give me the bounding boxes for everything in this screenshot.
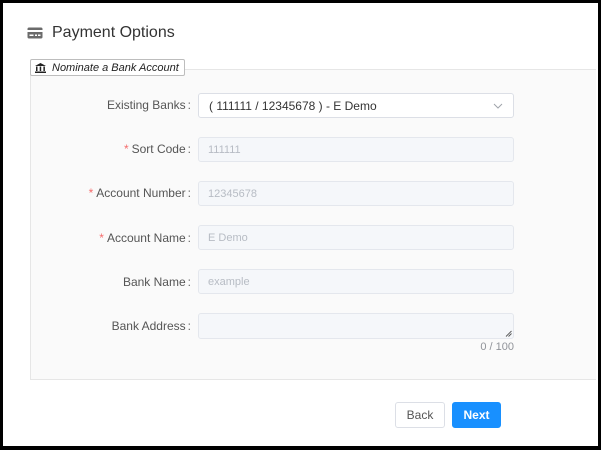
section-legend-label: Nominate a Bank Account — [52, 61, 179, 74]
sort-code-label: * Sort Code: — [124, 142, 191, 156]
account-name-label: * Account Name: — [99, 231, 191, 245]
colon: : — [187, 319, 191, 333]
section-legend: Nominate a Bank Account — [30, 59, 185, 76]
colon: : — [187, 275, 191, 289]
colon: : — [187, 186, 191, 200]
page-header: Payment Options — [27, 24, 175, 42]
next-button[interactable]: Next — [452, 402, 501, 428]
bank-name-label: Bank Name: — [123, 275, 191, 289]
sort-code-label-text: Sort Code — [131, 142, 186, 156]
account-number-input[interactable] — [198, 181, 514, 206]
account-name-input[interactable] — [198, 225, 514, 250]
sort-code-input[interactable] — [198, 137, 514, 162]
existing-banks-label: Existing Banks: — [107, 98, 191, 112]
account-name-label-text: Account Name — [106, 231, 186, 245]
chevron-down-icon — [493, 103, 503, 109]
existing-banks-value: ( 111111 / 12345678 ) - E Demo — [209, 98, 377, 113]
required-marker: * — [99, 231, 104, 245]
colon: : — [187, 142, 191, 156]
existing-banks-label-text: Existing Banks — [106, 98, 186, 112]
resize-handle-icon[interactable] — [505, 330, 512, 337]
account-number-label-text: Account Number — [96, 186, 186, 200]
bank-address-label-text: Bank Address — [111, 319, 186, 333]
bank-name-label-text: Bank Name — [122, 275, 186, 289]
back-button[interactable]: Back — [395, 402, 445, 428]
existing-banks-select[interactable]: ( 111111 / 12345678 ) - E Demo — [198, 93, 514, 118]
required-marker: * — [123, 142, 129, 156]
character-counter: 0 / 100 — [480, 341, 514, 353]
bank-icon — [35, 62, 46, 73]
page-title: Payment Options — [52, 24, 175, 41]
credit-card-icon — [27, 27, 43, 39]
account-number-label: * Account Number: — [89, 186, 191, 200]
colon: : — [187, 98, 191, 112]
bank-address-textarea[interactable] — [198, 313, 514, 339]
colon: : — [187, 231, 191, 245]
required-marker: * — [88, 186, 94, 200]
bank-name-input[interactable] — [198, 269, 514, 294]
bank-address-label: Bank Address: — [112, 319, 191, 333]
